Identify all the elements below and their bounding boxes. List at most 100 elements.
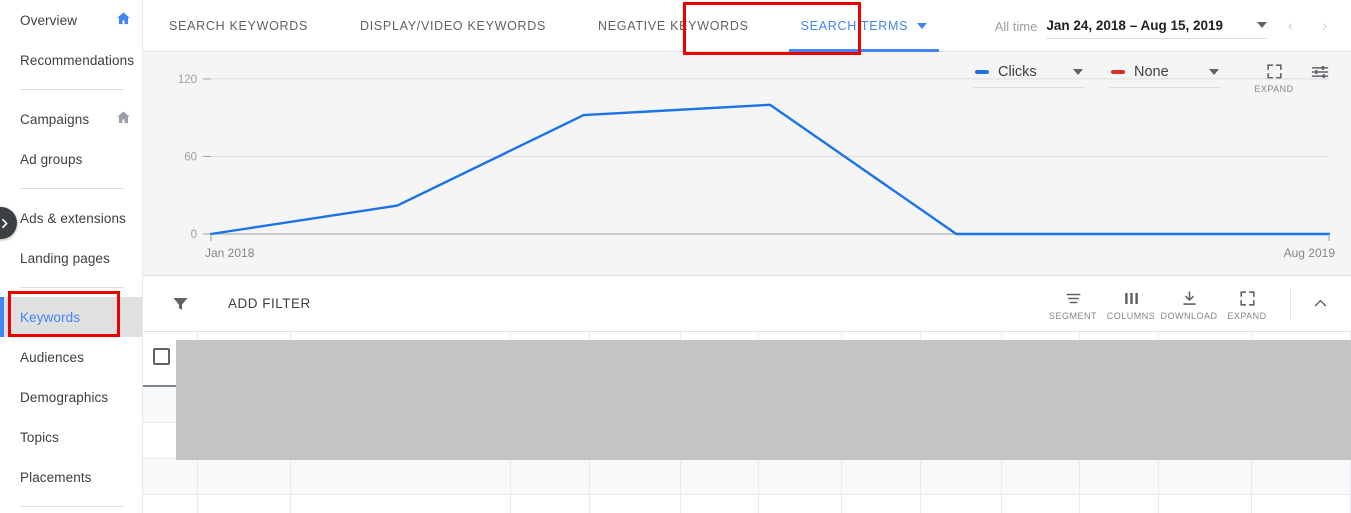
table-row[interactable] <box>143 494 1351 513</box>
table-cell <box>680 458 760 495</box>
select-all-checkbox[interactable] <box>153 347 170 365</box>
table-cell <box>1001 494 1081 513</box>
chart-panel: Clicks None EXPAND 0 60 120 Jan 2018 Aug… <box>143 52 1351 276</box>
sidebar-item-placements[interactable]: Placements <box>0 457 142 497</box>
chevron-down-icon[interactable] <box>917 23 928 29</box>
table-cell <box>1079 494 1160 513</box>
add-filter-button[interactable]: ADD FILTER <box>171 294 311 313</box>
collapse-chart-button[interactable] <box>1301 285 1339 323</box>
table-cell <box>758 494 843 513</box>
table-cell <box>1158 458 1253 495</box>
tab-display-video-keywords[interactable]: DISPLAY/VIDEO KEYWORDS <box>334 0 572 52</box>
table-row[interactable] <box>143 458 1351 495</box>
sidebar-item-label: Audiences <box>20 349 84 365</box>
date-range-picker[interactable]: All time Jan 24, 2018 – Aug 15, 2019 <box>995 0 1351 52</box>
date-range-next-button[interactable] <box>1307 9 1341 43</box>
sidebar-item-ads-extensions[interactable]: Ads & extensions <box>0 198 142 238</box>
left-sidebar: Overview Recommendations Campaigns Ad gro… <box>0 0 143 513</box>
sidebar-item-demographics[interactable]: Demographics <box>0 377 142 417</box>
columns-button[interactable]: COLUMNS <box>1102 287 1160 321</box>
google-ads-app: Overview Recommendations Campaigns Ad gro… <box>0 0 1351 513</box>
sidebar-item-label: Ads & extensions <box>20 210 126 226</box>
sidebar-item-label: Recommendations <box>20 52 135 68</box>
sidebar-divider <box>20 89 124 90</box>
redacted-rows-overlay <box>176 340 1351 460</box>
sidebar-divider <box>20 287 124 288</box>
table-cell <box>758 458 843 495</box>
date-range-value-button[interactable]: Jan 24, 2018 – Aug 15, 2019 <box>1046 14 1267 39</box>
expand-icon <box>1239 290 1255 306</box>
tab-search-terms[interactable]: SEARCH TERMS <box>775 0 954 52</box>
sidebar-item-campaigns[interactable]: Campaigns <box>0 99 142 139</box>
clicks-line-chart: 0 60 120 Jan 2018 Aug 2019 <box>178 74 1336 260</box>
home-icon <box>117 111 130 124</box>
sidebar-item-ad-groups[interactable]: Ad groups <box>0 139 142 179</box>
chart-y-tick-label: 0 <box>191 229 197 241</box>
chart-series-clicks <box>209 103 1331 236</box>
search-terms-table-wrap: Search termAd group↓Impr.InteractionsInt… <box>143 332 1351 513</box>
home-icon <box>115 109 132 129</box>
table-cell <box>1251 494 1351 513</box>
sidebar-item-overview[interactable]: Overview <box>0 0 142 40</box>
table-cell <box>290 458 511 495</box>
filter-toolbar: ADD FILTER SEGMENT COLUMNS DOWNLOAD EXPAN… <box>143 276 1351 332</box>
table-cell <box>197 458 291 495</box>
columns-label: COLUMNS <box>1106 310 1156 321</box>
sidebar-item-label: Campaigns <box>20 111 90 127</box>
sidebar-item-label: Keywords <box>20 309 81 325</box>
table-cell <box>920 494 1002 513</box>
sidebar-divider <box>20 506 124 507</box>
segment-icon <box>1065 293 1081 303</box>
table-cell <box>589 458 681 495</box>
sidebar-item-keywords[interactable]: Keywords <box>0 297 142 337</box>
home-icon <box>117 12 130 25</box>
table-cell <box>143 458 199 495</box>
table-cell <box>841 494 921 513</box>
chevron-right-icon <box>1322 23 1326 29</box>
table-cell <box>841 458 921 495</box>
segment-button[interactable]: SEGMENT <box>1044 287 1102 321</box>
date-range-nav <box>1273 9 1341 43</box>
sidebar-item-label: Ad groups <box>20 151 83 167</box>
sidebar-item-landing-pages[interactable]: Landing pages <box>0 238 142 278</box>
chevron-up-icon <box>1314 299 1326 307</box>
expand-label: EXPAND <box>1227 310 1267 321</box>
sidebar-item-label: Topics <box>20 429 59 445</box>
segment-label: SEGMENT <box>1048 310 1097 321</box>
funnel-icon <box>173 297 188 310</box>
table-cell <box>589 494 681 513</box>
date-range-prev-button[interactable] <box>1273 9 1307 43</box>
download-label: DOWNLOAD <box>1160 310 1218 321</box>
sidebar-item-label: Demographics <box>20 389 109 405</box>
columns-icon <box>1124 292 1138 304</box>
home-icon <box>115 10 132 30</box>
chart-y-tick-label: 120 <box>178 74 197 86</box>
date-range-text: Jan 24, 2018 – Aug 15, 2019 <box>1046 17 1223 33</box>
tab-search-keywords[interactable]: SEARCH KEYWORDS <box>143 0 334 52</box>
sidebar-item-audiences[interactable]: Audiences <box>0 337 142 377</box>
expand-button[interactable]: EXPAND <box>1218 287 1276 321</box>
sidebar-item-recommendations[interactable]: Recommendations <box>0 40 142 80</box>
table-cell <box>290 494 511 513</box>
download-button[interactable]: DOWNLOAD <box>1160 287 1218 321</box>
table-cell <box>1251 458 1351 495</box>
download-icon <box>1182 290 1196 305</box>
tab-label: SEARCH TERMS <box>800 19 909 33</box>
toolbar-divider <box>1290 288 1291 319</box>
sidebar-item-topics[interactable]: Topics <box>0 417 142 457</box>
chart-y-tick-label: 60 <box>184 151 197 163</box>
tab-negative-keywords[interactable]: NEGATIVE KEYWORDS <box>572 0 775 52</box>
chart-x-tick-label: Jan 2018 <box>205 246 255 260</box>
sidebar-divider <box>20 188 124 189</box>
tab-label: NEGATIVE KEYWORDS <box>598 19 749 33</box>
table-cell <box>680 494 760 513</box>
table-cell <box>143 494 199 513</box>
table-cell <box>920 458 1002 495</box>
table-cell <box>1079 458 1160 495</box>
table-cell <box>510 494 590 513</box>
add-filter-label: ADD FILTER <box>228 296 311 311</box>
chevron-right-icon <box>2 218 8 228</box>
sidebar-item-label: Placements <box>20 469 92 485</box>
tab-label: DISPLAY/VIDEO KEYWORDS <box>360 19 547 33</box>
main-content: SEARCH KEYWORDS DISPLAY/VIDEO KEYWORDS NEG… <box>143 0 1351 513</box>
